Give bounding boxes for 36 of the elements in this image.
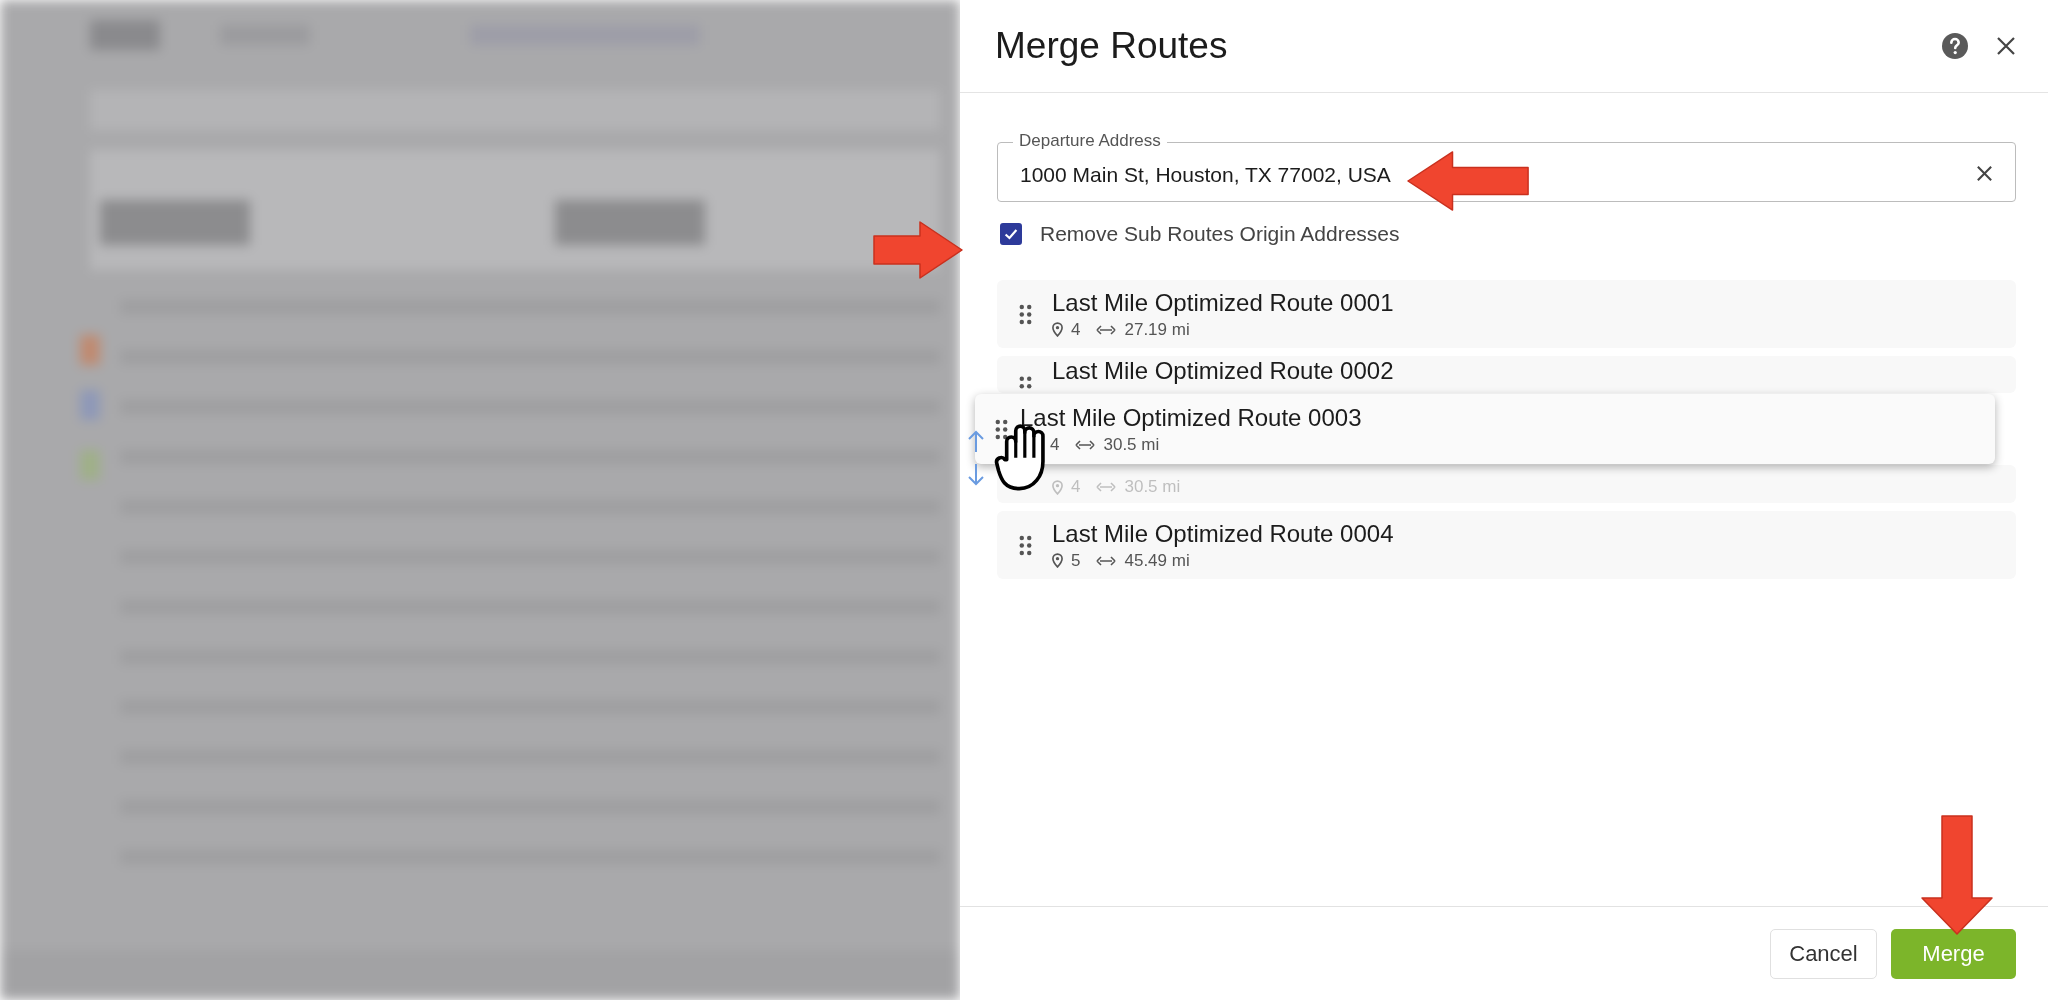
stop-count: 5 (1071, 550, 1081, 571)
stop-count: 4 (1050, 434, 1060, 455)
route-distance: 30.5 mi (1124, 477, 1181, 497)
route-distance: 30.5 mi (1103, 434, 1160, 455)
route-name: Last Mile Optimized Route 0004 (1052, 519, 1394, 548)
location-pin-icon (1052, 322, 1063, 337)
cancel-button[interactable]: Cancel (1770, 928, 1877, 979)
distance-icon (1096, 553, 1117, 568)
clear-icon[interactable] (1975, 164, 1994, 183)
route-card[interactable]: Last Mile Optimized Route 0002 (997, 356, 2016, 393)
field-label: Departure Address (1013, 131, 1167, 151)
drag-handle-icon[interactable] (995, 418, 1008, 440)
up-down-arrows-icon (966, 428, 986, 488)
drag-handle-icon[interactable] (1019, 303, 1032, 325)
location-pin-icon (1052, 553, 1063, 568)
route-card[interactable]: Last Mile Optimized Route 0004 5 45.49 mi (997, 511, 2016, 579)
drag-handle-icon[interactable] (1019, 376, 1032, 389)
stop-count: 4 (1071, 477, 1081, 497)
close-icon[interactable] (1996, 36, 2016, 56)
route-name: Last Mile Optimized Route 0003 (1020, 403, 1362, 432)
location-pin-icon (1052, 479, 1063, 495)
route-distance: 45.49 mi (1124, 550, 1190, 571)
stop-count: 4 (1071, 319, 1081, 340)
help-icon[interactable] (1942, 33, 1968, 59)
dragged-route-card[interactable]: Last Mile Optimized Route 0003 4 30.5 mi (975, 394, 1995, 464)
route-distance: 27.19 mi (1124, 319, 1190, 340)
distance-icon (1096, 322, 1117, 337)
route-card[interactable]: Last Mile Optimized Route 0001 4 27.19 mi (997, 280, 2016, 348)
distance-icon (1075, 437, 1096, 452)
checkbox-label: Remove Sub Routes Origin Addresses (1040, 222, 1400, 246)
distance-icon (1096, 480, 1117, 494)
route-name: Last Mile Optimized Route 0002 (1052, 358, 1394, 384)
checkbox[interactable] (1000, 223, 1022, 245)
dialog-title: Merge Routes (995, 25, 1229, 67)
route-name: Last Mile Optimized Route 0001 (1052, 288, 1394, 317)
drag-handle-icon[interactable] (1019, 534, 1032, 556)
